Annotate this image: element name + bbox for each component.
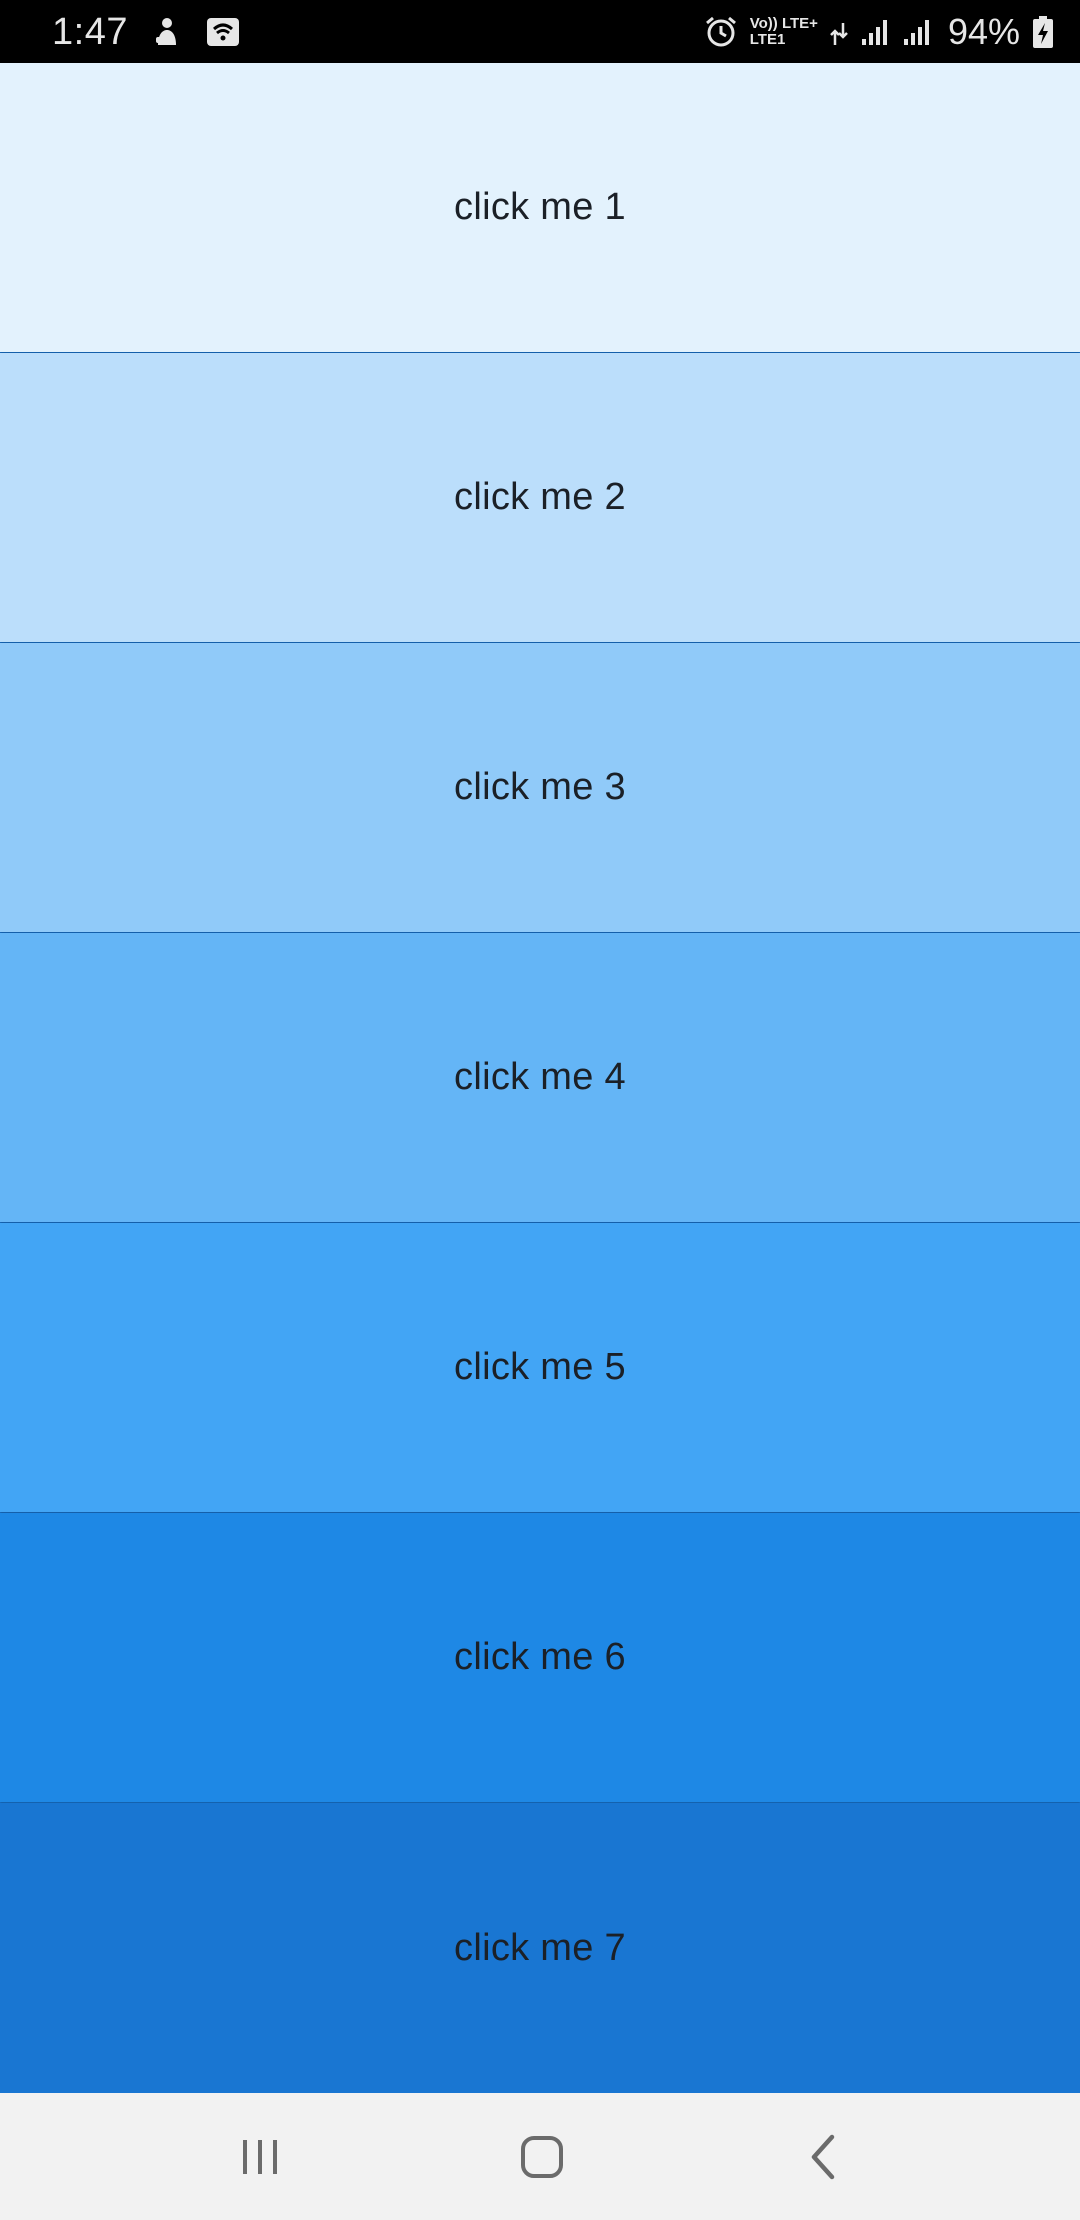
recents-button[interactable] [170,2093,350,2220]
button-label: click me 1 [454,186,626,228]
click-me-6-button[interactable]: click me 6 [0,1513,1080,1802]
home-icon [518,2133,566,2181]
button-label: click me 6 [454,1636,626,1678]
button-label: click me 2 [454,476,626,518]
wifi-hotspot-icon [206,17,240,47]
battery-percent: 94% [947,10,1020,52]
network-type-label: Vo)) LTE+ LTE1 [749,14,818,48]
button-list: click me 1 click me 2 click me 3 click m… [0,63,1080,2093]
status-time: 1:47 [52,10,128,53]
data-arrows-icon [830,17,848,47]
recents-icon [238,2136,282,2178]
alarm-icon [704,15,738,49]
button-label: click me 7 [454,1926,626,1969]
back-button[interactable] [734,2093,914,2220]
button-label: click me 3 [454,766,626,808]
click-me-5-button[interactable]: click me 5 [0,1223,1080,1512]
click-me-2-button[interactable]: click me 2 [0,353,1080,642]
status-left: 1:47 [52,0,240,63]
button-label: click me 4 [454,1056,626,1098]
signal-icon [860,17,890,47]
status-bar: 1:47 Vo)) LTE+ LTE1 94% [0,0,1080,63]
notification-person-icon [154,17,180,47]
button-label: click me 5 [454,1346,626,1388]
signal-icon [902,17,932,47]
home-button[interactable] [452,2093,632,2220]
back-icon [804,2133,844,2181]
click-me-7-button[interactable]: click me 7 [0,1803,1080,2093]
network-top-label: Vo)) LTE+ [749,14,818,32]
network-bottom-label: LTE1 [749,30,786,48]
click-me-3-button[interactable]: click me 3 [0,643,1080,932]
click-me-1-button[interactable]: click me 1 [0,63,1080,352]
navigation-bar [0,2093,1080,2220]
battery-charging-icon [1032,15,1054,49]
click-me-4-button[interactable]: click me 4 [0,933,1080,1222]
status-right: Vo)) LTE+ LTE1 94% [704,0,1054,63]
